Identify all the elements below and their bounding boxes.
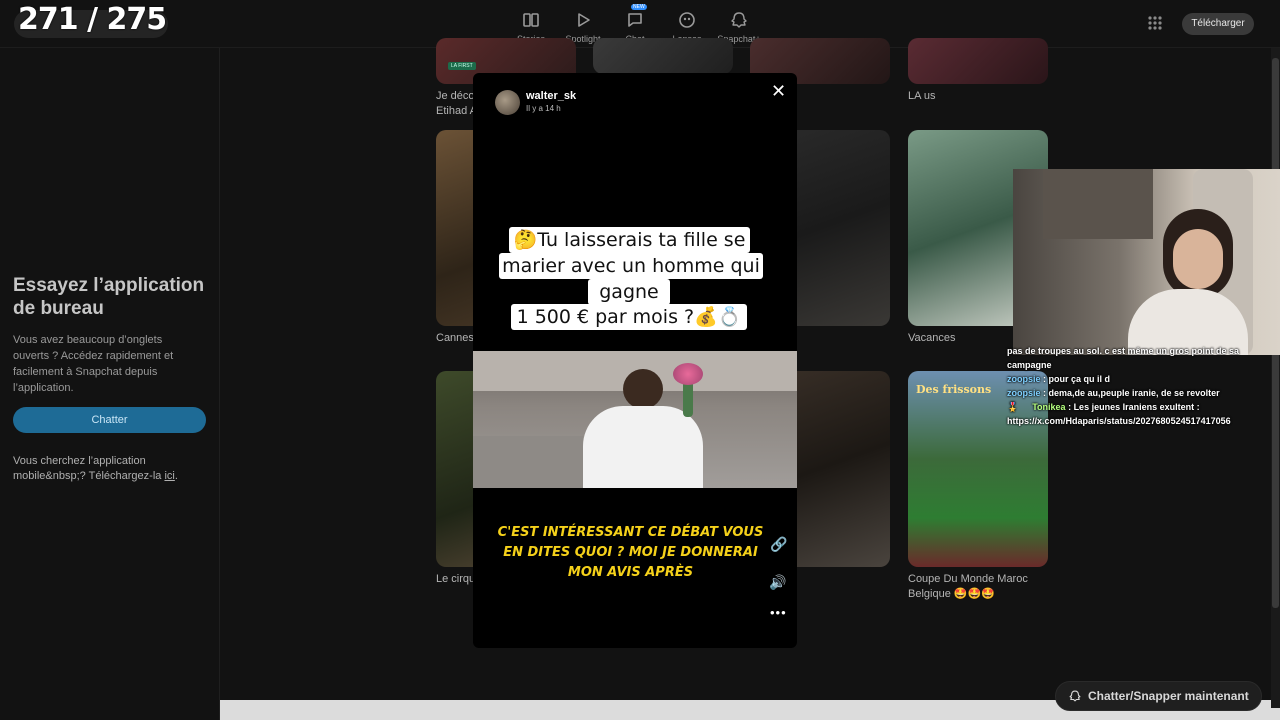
chat-text: pour ça qu il d: [1048, 374, 1111, 384]
story-timestamp: Il y a 14 h: [526, 104, 561, 113]
sidebar: Essayez l’application de bureau Vous ave…: [0, 48, 220, 720]
person-head: [623, 369, 663, 409]
mobile-app-text: Vous cherchez l’application mobile&nbsp;…: [13, 454, 203, 484]
question-line: 1 500 € par mois ?💰💍: [511, 304, 747, 330]
download-button[interactable]: Télécharger: [1182, 13, 1254, 35]
question-line: marier avec un homme qui: [499, 253, 763, 279]
question-line: 🤔Tu laisserais ta fille se: [509, 227, 750, 253]
mobile-download-link[interactable]: ici: [164, 470, 174, 482]
chat-user: Tonikea: [1032, 402, 1066, 412]
chatter-button[interactable]: Chatter: [13, 407, 206, 433]
volume-icon[interactable]: 🔊: [769, 574, 786, 591]
chat-text: https://x.com/Hdaparis/status/2027680524…: [1007, 416, 1231, 426]
chat-message: zoopsie : dema,de au,peuple iranie, de s…: [1007, 388, 1220, 398]
chat-message: https://x.com/Hdaparis/status/2027680524…: [1007, 414, 1280, 428]
promo-title: Essayez l’application de bureau: [13, 275, 205, 319]
chat-text: pas de troupes au sol. c est même un gro…: [1007, 346, 1240, 370]
chat-message: 🎖️ Tonikea : Les jeunes Iraniens exultent…: [1007, 402, 1200, 412]
chat-text: dema,de au,peuple iranie, de se revolter: [1048, 388, 1220, 398]
link-icon[interactable]: 🔗: [770, 536, 787, 553]
chat-icon: [628, 13, 642, 27]
cabinet: [1043, 169, 1153, 239]
play-icon: [578, 13, 590, 27]
question-line: gagne: [588, 279, 670, 305]
chat-text: Les jeunes Iraniens exultent :: [1073, 402, 1200, 412]
badge-icon: 🎖️: [1007, 402, 1019, 412]
lenses-icon: [679, 12, 695, 28]
ghost-icon: [1069, 690, 1081, 702]
snap-now-button[interactable]: Chatter/Snapper maintenant: [1055, 681, 1262, 711]
mobile-text-post: .: [174, 470, 178, 482]
apps-grid-icon[interactable]: [1144, 12, 1166, 34]
story-card[interactable]: [908, 38, 1048, 84]
chat-message: zoopsie : pour ça qu il d: [1007, 374, 1111, 384]
video-counter-overlay: 271 / 275: [18, 2, 167, 37]
promo-text: Vous avez beaucoup d’onglets ouverts ? A…: [13, 334, 174, 394]
vase: [683, 381, 693, 417]
story-card[interactable]: [593, 38, 733, 74]
card-label: LA us: [908, 90, 936, 102]
chat-user: zoopsie: [1007, 388, 1041, 398]
new-badge: NEW: [631, 4, 647, 10]
webcam-overlay: [1013, 169, 1280, 355]
stream-chat-overlay: pas de troupes au sol. c est même un gro…: [1007, 344, 1280, 428]
more-options-icon[interactable]: •••: [770, 605, 787, 620]
story-username[interactable]: walter_sk: [526, 90, 576, 102]
sofa: [473, 436, 583, 488]
snap-now-label: Chatter/Snapper maintenant: [1088, 689, 1249, 703]
card-label: Coupe Du Monde Maroc Belgique 🤩🤩🤩: [908, 573, 1028, 600]
person-body: [583, 406, 703, 488]
flowers: [673, 363, 703, 385]
card-badge: LA FIRST: [448, 62, 476, 70]
video-caption: C'EST INTÉRESSANT CE DÉBAT VOUS EN DITES…: [497, 525, 764, 580]
close-icon[interactable]: ✕: [771, 81, 786, 102]
avatar[interactable]: [495, 90, 520, 115]
streamer-face: [1173, 229, 1223, 289]
stories-icon: [523, 13, 539, 27]
mobile-text-pre: Vous cherchez l’application mobile&nbsp;…: [13, 455, 165, 482]
story-viewer-modal: walter_sk Il y a 14 h ✕ 🤔Tu laisserais t…: [473, 73, 797, 648]
card-banner: Des frissons: [916, 383, 992, 396]
ghost-icon: [731, 12, 747, 28]
chat-message: pas de troupes au sol. c est même un gro…: [1007, 344, 1280, 372]
video-frame[interactable]: [473, 351, 797, 488]
chat-user: zoopsie: [1007, 374, 1041, 384]
